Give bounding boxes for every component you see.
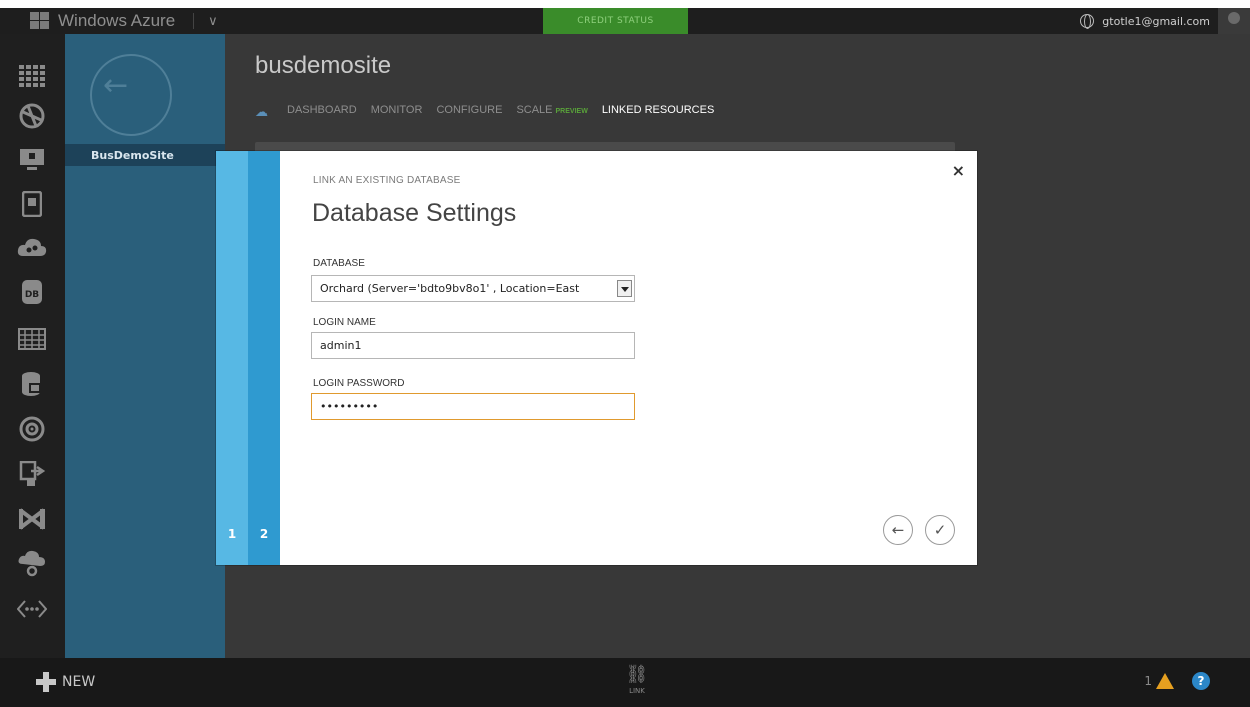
step-number-2: 2 <box>259 527 269 541</box>
page-title: busdemosite <box>255 52 392 79</box>
svg-text:DB: DB <box>25 290 39 300</box>
user-menu[interactable]: gtotle1@gmail.com <box>1080 8 1210 34</box>
checkmark-icon: ✓ <box>933 521 947 539</box>
chevron-down-icon[interactable] <box>617 280 632 297</box>
database-label: DATABASE <box>313 258 365 269</box>
complete-button[interactable]: ✓ <box>925 515 955 545</box>
tab-scale[interactable]: SCALE PREVIEW <box>516 104 587 116</box>
tab-linked-resources[interactable]: LINKED RESOURCES <box>602 104 714 116</box>
mobile-services-icon[interactable] <box>17 189 47 219</box>
tab-dashboard[interactable]: DASHBOARD <box>287 104 357 116</box>
database-select-value: Orchard (Server='bdto9bv8o1' , Location=… <box>320 282 580 295</box>
brand[interactable]: Windows Azure ∨ <box>30 8 218 34</box>
credit-status-button[interactable]: CREDIT STATUS <box>543 8 688 34</box>
tab-monitor[interactable]: MONITOR <box>371 104 423 116</box>
service-rail: DB <box>0 34 65 658</box>
link-icon: ⛓ <box>625 664 649 685</box>
link-button[interactable]: ⛓ LINK <box>617 664 657 695</box>
wizard-step-1[interactable]: 1 <box>216 151 248 565</box>
login-password-label: LOGIN PASSWORD <box>313 378 405 389</box>
cloud-services-icon[interactable] <box>17 232 47 262</box>
networks-icon[interactable] <box>17 549 47 579</box>
arrow-left-icon[interactable]: ← <box>103 68 128 103</box>
storage-icon[interactable] <box>17 324 47 354</box>
dialog-title: Database Settings <box>312 199 517 227</box>
plus-icon <box>36 672 56 692</box>
all-items-icon[interactable] <box>17 61 47 91</box>
virtual-machines-icon[interactable] <box>17 144 47 174</box>
warning-icon <box>1156 673 1174 689</box>
previous-step-button[interactable]: ← <box>883 515 913 545</box>
dialog-subtitle: LINK AN EXISTING DATABASE <box>313 175 461 186</box>
service-bus-icon[interactable] <box>17 459 47 489</box>
site-list-item[interactable]: BusDemoSite <box>65 144 225 166</box>
sql-databases-icon[interactable]: DB <box>17 277 47 307</box>
quick-start-icon[interactable]: ☁ <box>255 104 273 119</box>
arrow-left-icon: ← <box>891 521 905 539</box>
close-icon[interactable]: × <box>952 161 965 180</box>
notifications: 1 ? <box>1144 672 1210 690</box>
visual-studio-icon[interactable] <box>17 504 47 534</box>
chevron-down-icon[interactable]: ∨ <box>208 14 218 29</box>
avatar[interactable] <box>1218 8 1250 34</box>
web-sites-icon[interactable] <box>17 101 47 131</box>
user-email[interactable]: gtotle1@gmail.com <box>1102 15 1210 28</box>
login-name-label: LOGIN NAME <box>313 317 376 328</box>
new-button[interactable]: NEW <box>36 672 95 692</box>
preview-badge: PREVIEW <box>555 108 588 115</box>
new-label: NEW <box>62 674 96 690</box>
brand-name: Windows Azure <box>58 11 176 30</box>
traffic-manager-icon[interactable] <box>17 594 47 624</box>
hdinsight-icon[interactable] <box>17 369 47 399</box>
tab-bar: ☁ DASHBOARD MONITOR CONFIGURE SCALE PREVI… <box>255 104 714 119</box>
warning-notification[interactable]: 1 <box>1144 673 1174 689</box>
login-name-field[interactable]: admin1 <box>311 332 635 359</box>
tab-configure[interactable]: CONFIGURE <box>436 104 502 116</box>
link-database-dialog: 1 2 × LINK AN EXISTING DATABASE Database… <box>216 151 977 565</box>
warning-count: 1 <box>1144 674 1152 688</box>
login-password-field[interactable]: ••••••••• <box>311 393 635 420</box>
site-nav-column: ← BusDemoSite <box>65 34 225 658</box>
step-number-1: 1 <box>227 527 237 541</box>
command-bar: NEW ⛓ LINK 1 ? <box>0 658 1250 707</box>
media-services-icon[interactable] <box>17 414 47 444</box>
top-bar: Windows Azure ∨ CREDIT STATUS gtotle1@gm… <box>0 8 1250 34</box>
windows-logo-icon <box>30 12 50 30</box>
top-strip <box>0 0 1250 8</box>
tab-scale-label: SCALE <box>516 104 553 116</box>
wizard-step-2[interactable]: 2 <box>248 151 280 565</box>
link-label: LINK <box>629 687 645 695</box>
help-icon[interactable]: ? <box>1192 672 1210 690</box>
globe-icon[interactable] <box>1080 14 1095 29</box>
database-select[interactable]: Orchard (Server='bdto9bv8o1' , Location=… <box>311 275 635 302</box>
brand-divider <box>193 13 195 29</box>
